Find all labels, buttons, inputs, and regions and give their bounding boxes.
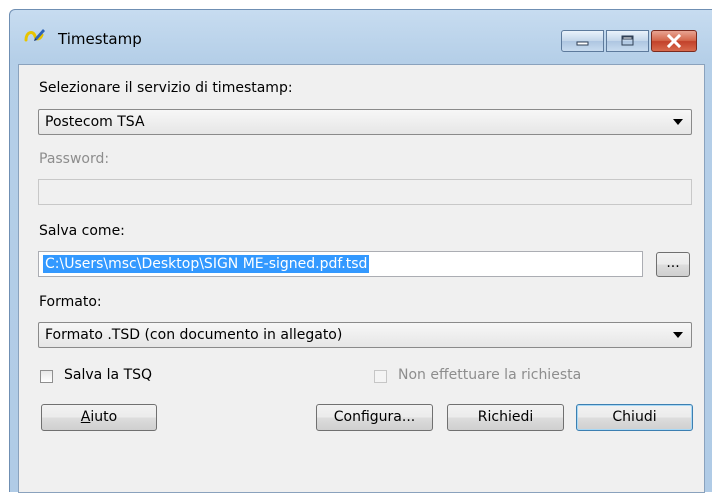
maximize-button[interactable]: [606, 30, 649, 52]
browse-button[interactable]: ...: [656, 252, 690, 277]
save-as-label: Salva come:: [39, 223, 125, 239]
minimize-icon: [576, 41, 589, 46]
help-button-mnemonic: A: [80, 409, 91, 425]
request-button[interactable]: Richiedi: [447, 404, 564, 431]
timestamp-dialog: Timestamp Selezionare il servizio di tim…: [9, 9, 712, 493]
service-label: Selezionare il servizio di timestamp:: [39, 80, 293, 96]
help-button[interactable]: Aiuto: [41, 404, 157, 431]
chevron-down-icon: [673, 332, 683, 338]
password-label: Password:: [39, 151, 110, 167]
password-field[interactable]: [38, 179, 692, 205]
save-as-path-value: C:\Users\msc\Desktop\SIGN ME-signed.pdf.…: [43, 255, 370, 273]
save-tsq-checkbox[interactable]: [40, 370, 53, 383]
title-bar[interactable]: Timestamp: [10, 10, 712, 64]
no-request-label[interactable]: Non effettuare la richiesta: [398, 367, 581, 383]
save-as-path-input[interactable]: C:\Users\msc\Desktop\SIGN ME-signed.pdf.…: [38, 251, 643, 277]
close-window-button[interactable]: [651, 30, 697, 52]
dialog-content: Selezionare il servizio di timestamp: Po…: [18, 64, 705, 493]
minimize-button[interactable]: [561, 30, 604, 52]
format-selected-value: Formato .TSD (con documento in allegato): [45, 327, 343, 343]
close-button[interactable]: Chiudi: [576, 404, 693, 431]
service-dropdown[interactable]: Postecom TSA: [38, 109, 692, 135]
save-tsq-label[interactable]: Salva la TSQ: [64, 367, 152, 383]
format-label: Formato:: [39, 294, 102, 310]
chevron-down-icon: [673, 119, 683, 125]
app-pen-icon: [24, 29, 45, 42]
service-selected-value: Postecom TSA: [45, 114, 145, 130]
close-icon: [666, 33, 682, 49]
maximize-icon: [621, 35, 634, 46]
format-dropdown[interactable]: Formato .TSD (con documento in allegato): [38, 322, 692, 348]
help-button-label: iuto: [90, 409, 118, 425]
configure-button[interactable]: Configura...: [316, 404, 433, 431]
window-title: Timestamp: [58, 30, 142, 48]
no-request-checkbox[interactable]: [374, 370, 387, 383]
